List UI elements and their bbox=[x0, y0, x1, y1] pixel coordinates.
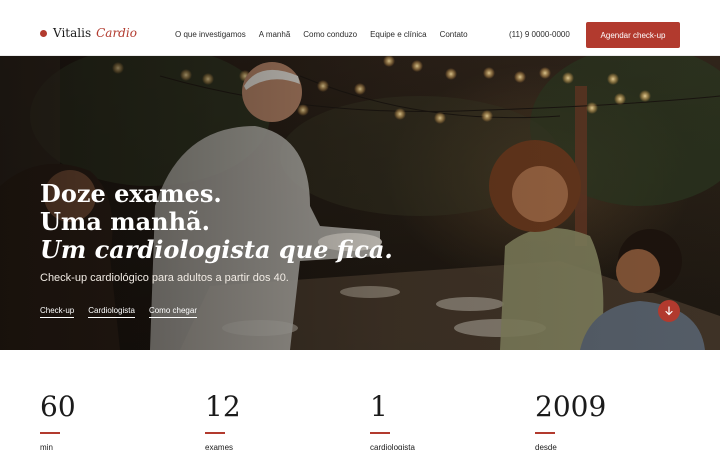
hero-title-line-2: Uma manhã. bbox=[40, 207, 210, 236]
stat-label: cardiologista bbox=[370, 443, 415, 450]
hero-section: Doze exames. Uma manhã. Um cardiologista… bbox=[0, 56, 720, 350]
hero-link-como-chegar[interactable]: Como chegar bbox=[148, 306, 197, 318]
arrow-down-icon bbox=[665, 306, 673, 316]
stat-since: 2009 desde bbox=[535, 392, 606, 450]
hero-title-line-1: Doze exames. bbox=[40, 179, 222, 208]
hero-subtitle: Check-up cardiológico para adultos a par… bbox=[40, 272, 289, 284]
hero-title: Doze exames. Uma manhã. Um cardiologista… bbox=[40, 180, 393, 264]
stat-duration: 60 min bbox=[40, 392, 76, 450]
stat-label: min bbox=[40, 443, 53, 450]
brand-logo[interactable]: Vitalis Cardio bbox=[40, 26, 137, 40]
brand-suffix: Cardio bbox=[96, 26, 137, 40]
main-nav: O que investigamos A manhã Como conduzo … bbox=[175, 30, 468, 39]
nav-item-a-manha[interactable]: A manhã bbox=[259, 30, 291, 39]
stat-value: 60 bbox=[40, 390, 76, 423]
nav-item-o-que-investigamos[interactable]: O que investigamos bbox=[175, 30, 246, 39]
stat-accent-bar bbox=[535, 432, 555, 434]
stat-value: 1 bbox=[370, 390, 388, 423]
hero-link-checkup[interactable]: Check-up bbox=[40, 306, 75, 318]
stats-section: 60 min 12 exames 1 cardiologista 2009 de… bbox=[0, 350, 720, 450]
site-header: Vitalis Cardio O que investigamos A manh… bbox=[0, 0, 720, 56]
hero-title-line-3: Um cardiologista que fica. bbox=[40, 235, 393, 264]
hero-link-cardiologista[interactable]: Cardiologista bbox=[88, 306, 135, 318]
stat-value: 12 bbox=[205, 390, 241, 423]
stat-accent-bar bbox=[370, 432, 390, 434]
phone-link[interactable]: (11) 9 0000-0000 bbox=[509, 30, 570, 39]
hero-links: Check-up Cardiologista Como chegar bbox=[40, 306, 197, 318]
brand-name: Vitalis bbox=[53, 26, 92, 40]
scroll-down-button[interactable] bbox=[658, 300, 680, 322]
brand-dot-icon bbox=[40, 29, 47, 37]
stat-accent-bar bbox=[40, 432, 60, 434]
stat-label: desde bbox=[535, 443, 557, 450]
nav-item-contato[interactable]: Contato bbox=[440, 30, 468, 39]
nav-item-equipe-e-clinica[interactable]: Equipe e clínica bbox=[370, 30, 426, 39]
schedule-checkup-button[interactable]: Agendar check-up bbox=[586, 22, 680, 48]
stat-exams: 12 exames bbox=[205, 392, 241, 450]
stat-cardiologist: 1 cardiologista bbox=[370, 392, 415, 450]
nav-item-como-conduzo[interactable]: Como conduzo bbox=[303, 30, 357, 39]
stat-value: 2009 bbox=[535, 390, 607, 423]
stat-label: exames bbox=[205, 443, 234, 450]
stat-accent-bar bbox=[205, 432, 225, 434]
